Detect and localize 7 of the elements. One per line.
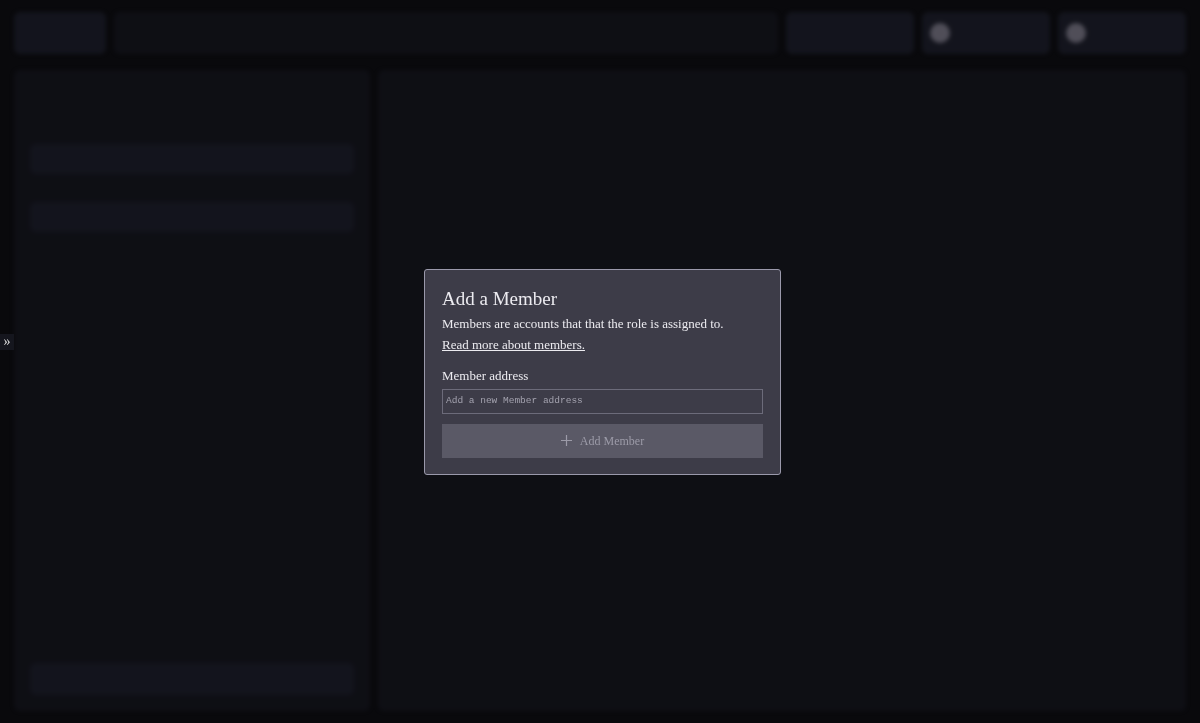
plus-icon (560, 435, 572, 447)
member-address-field[interactable]: Add a new Member address (442, 389, 763, 414)
read-more-link[interactable]: Read more about members. (442, 336, 585, 352)
field-label: Member address (442, 366, 530, 385)
sidebar-toggle[interactable]: » (0, 334, 14, 350)
dialog-title: Add a Member (442, 288, 559, 311)
dialog-description: Members are accounts that that the role is assigned to. (442, 314, 725, 332)
